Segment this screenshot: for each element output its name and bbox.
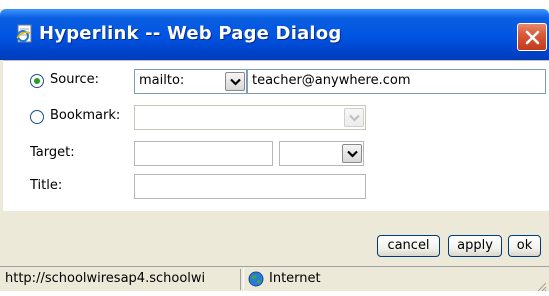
bookmark-dropdown-button[interactable] <box>344 108 364 127</box>
status-divider <box>240 269 244 290</box>
bookmark-radio[interactable] <box>30 110 44 124</box>
chevron-down-icon <box>347 150 358 158</box>
source-label: Source: <box>50 72 100 87</box>
chevron-down-icon <box>349 114 360 122</box>
resize-grip[interactable] <box>535 277 547 292</box>
target-select[interactable] <box>279 141 364 166</box>
close-button[interactable] <box>517 23 547 51</box>
window-top-edge <box>0 0 549 9</box>
bookmark-label: Bookmark: <box>50 108 121 123</box>
dialog-form: Source: mailto: teacher@anywhere.com Boo… <box>3 60 549 211</box>
source-url-value: teacher@anywhere.com <box>252 73 411 88</box>
status-url: http://schoolwiresap4.schoolwi <box>5 271 206 286</box>
target-dropdown-button[interactable] <box>342 144 362 163</box>
source-url-input[interactable]: teacher@anywhere.com <box>247 69 546 94</box>
button-bar: cancel apply ok <box>0 211 549 266</box>
source-radio[interactable] <box>30 74 44 88</box>
status-bar: http://schoolwiresap4.schoolwi Internet <box>0 266 549 292</box>
bookmark-select[interactable] <box>134 105 366 130</box>
protocol-dropdown-button[interactable] <box>225 72 245 91</box>
ok-button[interactable]: ok <box>508 235 541 257</box>
security-zone-label: Internet <box>269 271 321 286</box>
target-label: Target: <box>30 145 75 160</box>
title-label: Title: <box>30 178 63 193</box>
target-input[interactable] <box>134 141 273 166</box>
chevron-down-icon <box>230 78 241 86</box>
protocol-select[interactable]: mailto: <box>134 69 247 94</box>
close-icon <box>525 30 540 45</box>
protocol-value: mailto: <box>139 73 185 88</box>
title-bar[interactable]: Hyperlink -- Web Page Dialog <box>0 9 549 60</box>
cancel-button[interactable]: cancel <box>377 235 440 257</box>
ie-page-icon <box>15 24 35 44</box>
title-input[interactable] <box>134 174 366 199</box>
apply-button[interactable]: apply <box>448 235 502 257</box>
hyperlink-dialog-window: Hyperlink -- Web Page Dialog Source: mai… <box>0 0 549 292</box>
window-title: Hyperlink -- Web Page Dialog <box>39 23 342 44</box>
internet-globe-icon <box>248 271 264 287</box>
